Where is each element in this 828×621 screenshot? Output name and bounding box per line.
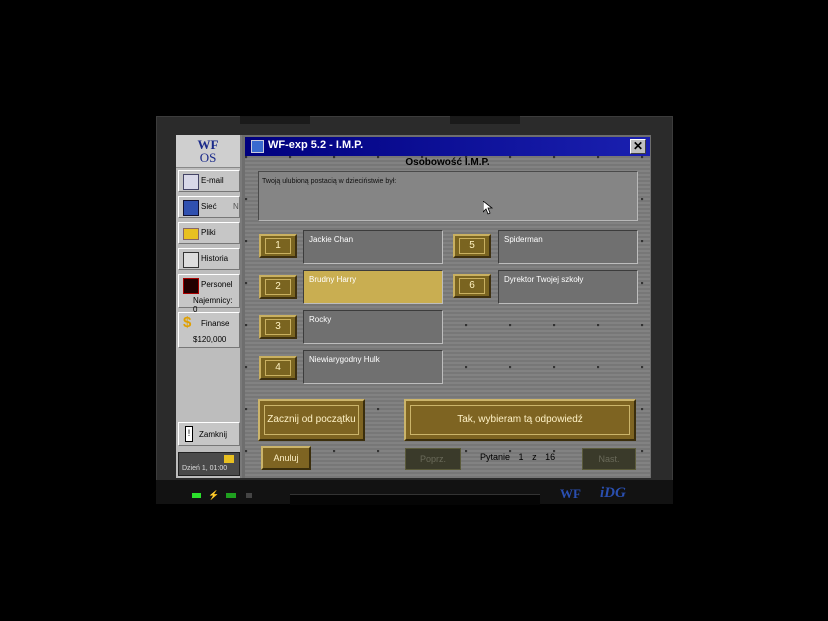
power-led-icon <box>192 493 201 498</box>
close-system-button[interactable]: ! Zamknij <box>178 422 240 446</box>
question-box: Twoją ulubioną postacią w dzieciństwie b… <box>258 171 638 221</box>
sidebar-item-label: Sieć <box>201 202 217 211</box>
sidebar-item-personnel[interactable]: Personel Najemnicy: 0 <box>178 274 240 314</box>
answer-4-button[interactable]: 4 <box>259 356 297 380</box>
sidebar-item-label: Pliki <box>201 228 216 237</box>
network-icon <box>183 200 199 216</box>
app-icon <box>251 140 264 153</box>
network-indicator: N <box>233 202 239 211</box>
answer-2-button[interactable]: 2 <box>259 275 297 299</box>
sidebar-item-label: Finanse <box>201 319 230 328</box>
prev-button[interactable]: Poprz. <box>405 448 461 470</box>
date-text: Dzień 1, 01:00 <box>182 465 228 472</box>
answer-1-button[interactable]: 1 <box>259 234 297 258</box>
activity-led-icon <box>226 493 236 498</box>
answer-4-option[interactable]: Niewiarygodny Hulk <box>303 350 443 384</box>
sidebar-item-label: Personel <box>201 280 233 289</box>
sidebar-item-files[interactable]: Pliki <box>178 222 240 244</box>
sidebar-item-email[interactable]: E-mail <box>178 170 240 192</box>
laptop-slot <box>290 494 540 505</box>
folder-icon[interactable] <box>224 455 234 463</box>
personnel-icon <box>183 278 199 294</box>
idg-logo: iDG <box>600 485 626 501</box>
sidebar-item-label: Historia <box>201 254 229 263</box>
bezel-notch <box>450 116 520 124</box>
mouse-cursor-icon <box>483 201 493 215</box>
window-title: WF-exp 5.2 - I.M.P. <box>268 139 364 151</box>
answer-2-option[interactable]: Brudny Harry <box>303 270 443 304</box>
question-progress: Pytanie 1 z 16 <box>480 452 556 462</box>
panel-heading: Osobowość I.M.P. <box>405 157 490 168</box>
battery-icon <box>246 493 252 498</box>
book-icon <box>183 252 199 268</box>
logo-line2: OS <box>199 150 217 165</box>
wf-os-logo[interactable]: WF OS <box>176 135 240 168</box>
lightning-icon: ⚡ <box>208 490 220 500</box>
exclamation-icon: ! <box>185 426 193 442</box>
sidebar-item-label: E-mail <box>201 176 224 185</box>
close-label: Zamknij <box>199 430 228 439</box>
answer-5-button[interactable]: 5 <box>453 234 491 258</box>
balance: $120,000 <box>193 335 227 344</box>
answer-6-option[interactable]: Dyrektor Twojej szkoły <box>498 270 638 304</box>
close-icon[interactable]: ✕ <box>630 139 646 154</box>
confirm-answer-button[interactable]: Tak, wybieram tą odpowiedź <box>404 399 636 441</box>
question-text: Twoją ulubioną postacią w dzieciństwie b… <box>262 178 397 185</box>
email-icon <box>183 174 199 190</box>
answer-3-option[interactable]: Rocky <box>303 310 443 344</box>
sidebar-item-finance[interactable]: $ Finanse $120,000 <box>178 312 240 348</box>
bezel-notch <box>240 116 310 124</box>
answer-6-button[interactable]: 6 <box>453 274 491 298</box>
answer-1-option[interactable]: Jackie Chan <box>303 230 443 264</box>
answer-3-button[interactable]: 3 <box>259 315 297 339</box>
sidebar-item-network[interactable]: Sieć N <box>178 196 240 218</box>
folder-icon <box>183 228 199 240</box>
restart-button[interactable]: Zacznij od początku <box>258 399 365 441</box>
sidebar-item-history[interactable]: Historia <box>178 248 240 270</box>
next-button[interactable]: Nast. <box>582 448 636 470</box>
dollar-icon: $ <box>183 314 192 331</box>
wf-logo: WF <box>560 486 581 501</box>
cancel-button[interactable]: Anuluj <box>261 446 311 470</box>
answer-5-option[interactable]: Spiderman <box>498 230 638 264</box>
